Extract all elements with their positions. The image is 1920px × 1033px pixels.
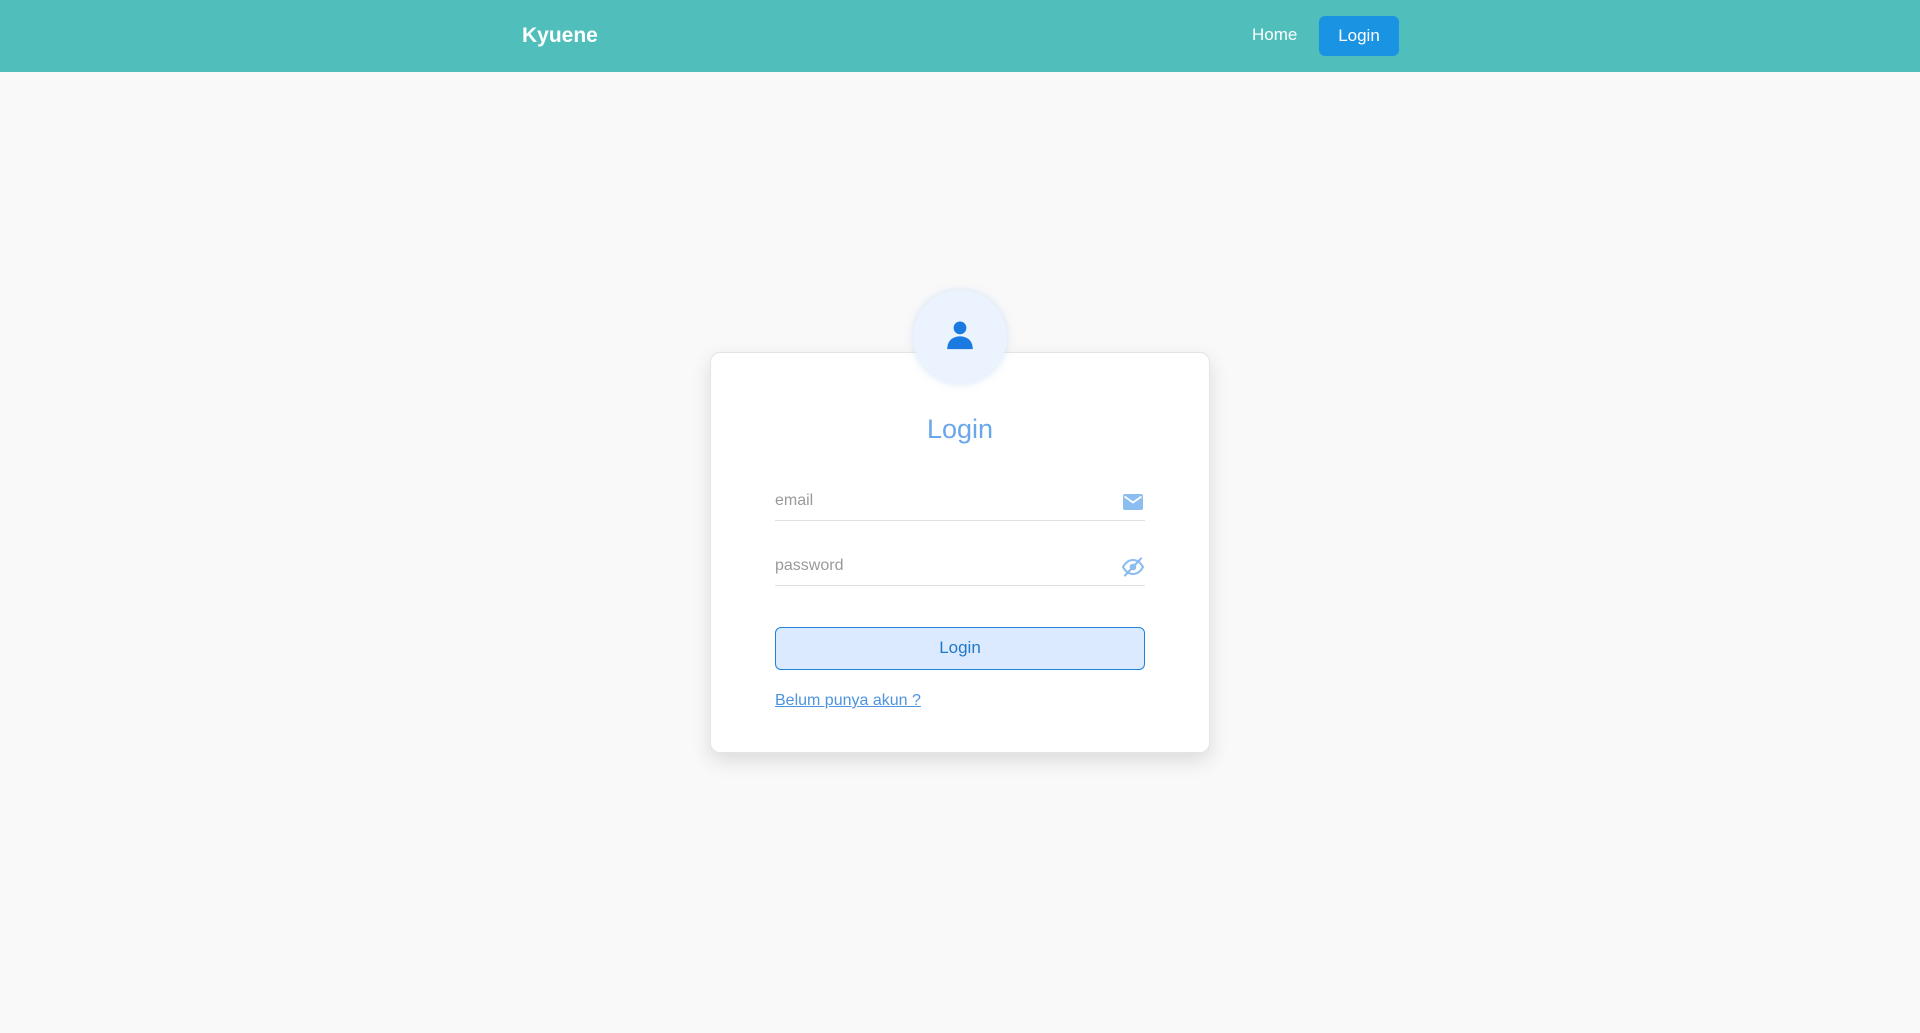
email-input[interactable]	[775, 489, 1105, 513]
register-link[interactable]: Belum punya akun ?	[775, 691, 921, 711]
nav-login-button[interactable]: Login	[1319, 16, 1399, 56]
eye-slash-icon[interactable]	[1121, 556, 1145, 578]
password-input[interactable]	[775, 554, 1105, 578]
user-icon	[943, 318, 977, 357]
password-field-wrapper	[775, 546, 1145, 586]
avatar	[913, 290, 1007, 384]
login-card: Login Login Belum punya akun ?	[710, 352, 1210, 753]
top-navbar: Kyuene Home Login	[0, 0, 1920, 72]
email-field-wrapper	[775, 481, 1145, 521]
login-title: Login	[926, 414, 994, 444]
brand-logo-text[interactable]: Kyuene	[522, 24, 598, 48]
login-submit-button[interactable]: Login	[775, 627, 1145, 670]
nav-home-link[interactable]: Home	[1252, 25, 1297, 45]
envelope-icon	[1121, 491, 1145, 513]
